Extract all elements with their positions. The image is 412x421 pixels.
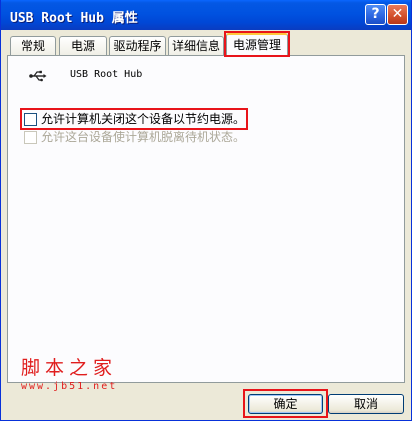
tab-panel: [7, 55, 405, 383]
ok-button[interactable]: 确定: [248, 394, 323, 414]
tab-power-management[interactable]: 电源管理: [226, 33, 288, 56]
tab-driver[interactable]: 驱动程序: [109, 36, 166, 55]
watermark-url: www.jb51.net: [21, 381, 118, 392]
allow-wake-checkbox: [24, 131, 37, 144]
allow-wake-label: 允许这台设备使计算机脱离待机状态。: [41, 130, 246, 144]
properties-dialog: USB Root Hub 属性 ? ✕ 常规 电源 驱动程序 详细信息 电源管理…: [0, 0, 412, 421]
tab-details[interactable]: 详细信息: [168, 36, 224, 55]
allow-power-off-label[interactable]: 允许计算机关闭这个设备以节约电源。: [41, 111, 245, 127]
tab-general[interactable]: 常规: [10, 36, 56, 55]
watermark-site-name: 脚本之家: [21, 357, 118, 379]
close-button[interactable]: ✕: [387, 4, 408, 25]
device-name: USB Root Hub: [70, 69, 143, 80]
usb-icon: [29, 70, 47, 82]
help-icon: ?: [371, 6, 380, 22]
allow-power-off-checkbox[interactable]: [24, 113, 37, 126]
window-title: USB Root Hub 属性: [10, 11, 138, 26]
tab-power[interactable]: 电源: [59, 36, 107, 55]
title-bar[interactable]: USB Root Hub 属性 ? ✕: [1, 0, 411, 30]
close-icon: ✕: [391, 6, 404, 22]
cancel-button[interactable]: 取消: [328, 394, 404, 414]
help-button[interactable]: ?: [365, 4, 386, 25]
